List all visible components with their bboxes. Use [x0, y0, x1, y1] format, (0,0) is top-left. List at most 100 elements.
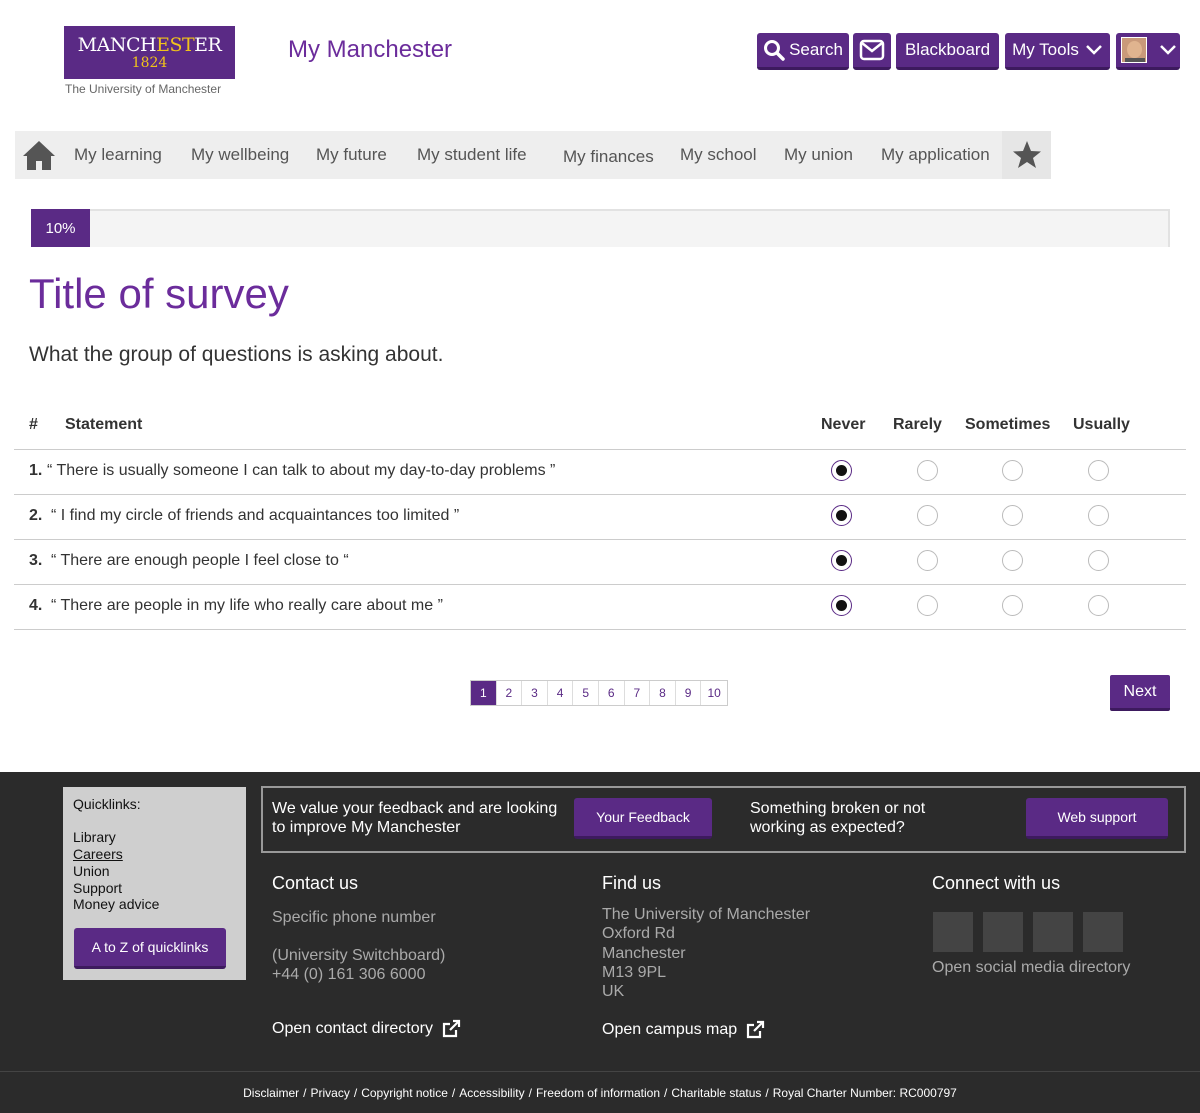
chevron-down-icon — [1160, 45, 1176, 55]
page-7-button[interactable]: 7 — [625, 681, 651, 705]
legal-link[interactable]: Accessibility — [459, 1086, 524, 1100]
nav-item-my-finances[interactable]: My finances — [563, 133, 654, 181]
separator: / — [451, 1085, 456, 1100]
envelope-icon — [859, 39, 885, 61]
question-number: 1. — [29, 462, 43, 479]
blackboard-button[interactable]: Blackboard — [896, 33, 999, 70]
home-icon — [23, 141, 55, 170]
nav-item-my-wellbeing[interactable]: My wellbeing — [191, 131, 289, 179]
radio-never[interactable] — [831, 460, 852, 481]
column-header-never: Never — [821, 416, 866, 433]
social-directory-link[interactable]: Open social media directory — [932, 958, 1130, 978]
quicklink-union[interactable]: Union — [73, 863, 110, 879]
page-1-button[interactable]: 1 — [471, 681, 497, 705]
column-header-usually: Usually — [1073, 416, 1130, 433]
question-number: 4. — [29, 597, 43, 614]
progress-bar: 10% — [31, 209, 90, 247]
quicklink-careers[interactable]: Careers — [73, 846, 123, 862]
web-support-button[interactable]: Web support — [1026, 798, 1168, 839]
radio-rarely[interactable] — [917, 460, 938, 481]
mail-button[interactable] — [853, 33, 891, 70]
page-2-button[interactable]: 2 — [497, 681, 523, 705]
survey-subtitle: What the group of questions is asking ab… — [29, 343, 444, 366]
address-line: M13 9PL — [602, 964, 667, 981]
university-logo[interactable]: MANCHESTER 1824 The University of Manche… — [64, 26, 235, 98]
radio-rarely[interactable] — [917, 550, 938, 571]
quicklinks-panel: Quicklinks: Library Careers Union Suppor… — [63, 787, 246, 980]
legal-link[interactable]: Disclaimer — [243, 1086, 299, 1100]
address-line: The University of Manchester — [602, 906, 811, 923]
column-header-rarely: Rarely — [893, 416, 942, 433]
address-line: Oxford Rd — [602, 925, 675, 942]
table-row: 4. “ There are people in my life who real… — [14, 585, 1186, 630]
avatar — [1121, 37, 1147, 63]
nav-item-my-school[interactable]: My school — [680, 131, 757, 179]
quicklink-support[interactable]: Support — [73, 880, 122, 896]
question-statement: “ There are people in my life who really… — [51, 597, 443, 614]
radio-never[interactable] — [831, 505, 852, 526]
question-number: 3. — [29, 552, 43, 569]
contact-heading: Contact us — [272, 873, 359, 893]
a-to-z-quicklinks-button[interactable]: A to Z of quicklinks — [74, 928, 226, 969]
nav-item-my-learning[interactable]: My learning — [74, 131, 162, 179]
radio-sometimes[interactable] — [1002, 595, 1023, 616]
social-icon[interactable] — [1083, 912, 1123, 952]
my-tools-button[interactable]: My Tools — [1005, 33, 1110, 70]
table-row: 2. “ I find my circle of friends and acqu… — [14, 495, 1186, 540]
search-button[interactable]: Search — [757, 33, 849, 70]
legal-link[interactable]: Freedom of information — [536, 1086, 660, 1100]
radio-never[interactable] — [831, 550, 852, 571]
social-icon[interactable] — [983, 912, 1023, 952]
quicklink-money-advice[interactable]: Money advice — [73, 896, 159, 912]
quicklink-library[interactable]: Library — [73, 829, 116, 845]
nav-item-my-future[interactable]: My future — [316, 131, 387, 179]
radio-sometimes[interactable] — [1002, 550, 1023, 571]
site-title[interactable]: My Manchester — [288, 36, 452, 64]
page-8-button[interactable]: 8 — [650, 681, 676, 705]
radio-sometimes[interactable] — [1002, 460, 1023, 481]
favourites-button[interactable] — [1002, 131, 1051, 179]
page-4-button[interactable]: 4 — [548, 681, 574, 705]
profile-menu-button[interactable] — [1116, 33, 1180, 70]
radio-never[interactable] — [831, 595, 852, 616]
royal-charter-number: Royal Charter Number: RC000797 — [772, 1085, 957, 1100]
question-statement: “ There is usually someone I can talk to… — [47, 462, 556, 479]
radio-sometimes[interactable] — [1002, 505, 1023, 526]
contact-directory-link[interactable]: Open contact directory — [272, 1019, 461, 1039]
radio-rarely[interactable] — [917, 505, 938, 526]
support-text: Something broken or not working as expec… — [750, 800, 926, 836]
progress-track — [31, 209, 1170, 247]
page-10-button[interactable]: 10 — [701, 681, 727, 705]
radio-rarely[interactable] — [917, 595, 938, 616]
social-icon[interactable] — [933, 912, 973, 952]
pagination: 1 2 3 4 5 6 7 8 9 10 — [470, 680, 728, 706]
social-icon[interactable] — [1033, 912, 1073, 952]
column-header-statement: Statement — [65, 416, 143, 433]
campus-map-link[interactable]: Open campus map — [602, 1020, 765, 1040]
legal-link[interactable]: Privacy — [311, 1086, 350, 1100]
separator: / — [765, 1085, 769, 1100]
nav-item-my-application[interactable]: My application — [881, 131, 990, 179]
page-9-button[interactable]: 9 — [676, 681, 702, 705]
contact-switchboard-label: (University Switchboard) — [272, 947, 446, 964]
home-nav-button[interactable] — [15, 131, 63, 179]
next-button[interactable]: Next — [1110, 675, 1170, 711]
question-number: 2. — [29, 507, 43, 524]
nav-item-my-student-life[interactable]: My student life — [417, 131, 527, 179]
your-feedback-button[interactable]: Your Feedback — [574, 798, 712, 839]
legal-link[interactable]: Copyright notice — [361, 1086, 448, 1100]
chevron-down-icon — [1085, 45, 1102, 55]
page-5-button[interactable]: 5 — [573, 681, 599, 705]
nav-item-my-union[interactable]: My union — [784, 131, 853, 179]
radio-usually[interactable] — [1088, 595, 1109, 616]
page-6-button[interactable]: 6 — [599, 681, 625, 705]
radio-usually[interactable] — [1088, 460, 1109, 481]
separator: / — [303, 1085, 307, 1100]
find-us-heading: Find us — [602, 873, 662, 893]
question-statement: “ I find my circle of friends and acquai… — [51, 507, 460, 524]
legal-link[interactable]: Charitable status — [671, 1086, 761, 1100]
radio-usually[interactable] — [1088, 505, 1109, 526]
page-3-button[interactable]: 3 — [522, 681, 548, 705]
external-link-icon — [442, 1019, 461, 1038]
radio-usually[interactable] — [1088, 550, 1109, 571]
